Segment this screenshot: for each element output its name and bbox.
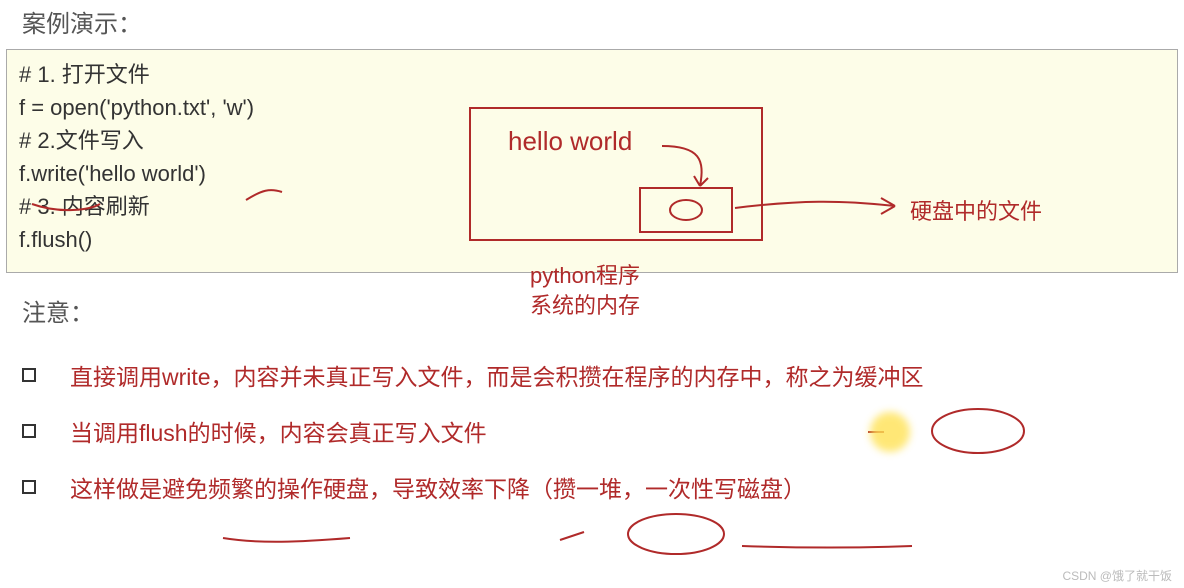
list-item: 直接调用write，内容并未真正写入文件，而是会积攒在程序的内存中，称之为缓冲区 <box>22 358 1162 392</box>
list-item: 当调用flush的时候，内容会真正写入文件 <box>22 414 1162 448</box>
diagram-label-disk: 硬盘中的文件 <box>910 194 1042 226</box>
diagram-label-memory-1: python程序 <box>530 258 640 290</box>
code-line: f = open('python.txt', 'w') <box>19 91 1165 124</box>
bullet-marker <box>22 368 36 382</box>
highlight-marker <box>870 412 910 452</box>
bullet-marker <box>22 480 36 494</box>
bullet-marker <box>22 424 36 438</box>
bullet-text: 当调用flush的时候，内容会真正写入文件 <box>70 414 487 448</box>
section-heading: 案例演示： <box>0 0 1184 49</box>
bullet-text: 这样做是避免频繁的操作硬盘，导致效率下降（攒一堆，一次性写磁盘） <box>70 470 806 504</box>
diagram-label-hello: hello world <box>508 126 632 157</box>
code-line: f.flush() <box>19 223 1165 256</box>
diagram-label-memory-2: 系统的内存 <box>530 288 640 320</box>
code-line: f.write('hello world') <box>19 157 1165 190</box>
bullet-text: 直接调用write，内容并未真正写入文件，而是会积攒在程序的内存中，称之为缓冲区 <box>70 358 924 392</box>
bullet-list: 直接调用write，内容并未真正写入文件，而是会积攒在程序的内存中，称之为缓冲区… <box>0 358 1184 504</box>
code-line: # 1. 打开文件 <box>19 58 1165 91</box>
code-example-box: # 1. 打开文件 f = open('python.txt', 'w') # … <box>6 49 1178 273</box>
list-item: 这样做是避免频繁的操作硬盘，导致效率下降（攒一堆，一次性写磁盘） <box>22 470 1162 504</box>
watermark: CSDN @饿了就干饭 <box>1062 567 1172 584</box>
